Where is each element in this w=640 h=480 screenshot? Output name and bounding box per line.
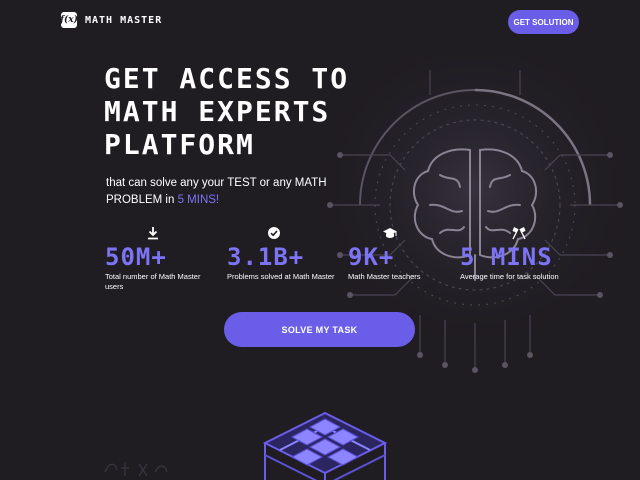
stat-label: Total number of Math Master users (105, 272, 201, 291)
top-navigation: f(x) MATH MASTER GET SOLUTION (0, 0, 640, 44)
stat-value: 5 MINS (460, 243, 553, 271)
stat-label: Math Master teachers (348, 272, 421, 281)
download-icon (105, 224, 201, 242)
brand-name: MATH MASTER (85, 14, 163, 26)
function-logo-icon: f(x) (60, 12, 78, 28)
stat-value: 9K+ (348, 243, 395, 271)
racing-flags-icon (460, 224, 578, 242)
graduation-cap-icon (348, 224, 432, 242)
math-doodle-decoration (104, 462, 168, 477)
stat-value: 50M+ (105, 243, 167, 271)
stat-users: 50M+ Total number of Math Master users (105, 224, 215, 292)
get-solution-button[interactable]: GET SOLUTION (508, 10, 579, 34)
hero-subtitle-accent: 5 MINS! (177, 194, 220, 206)
stat-label: Problems solved at Math Master (227, 272, 335, 281)
stat-time: 5 MINS Average time for task solution (460, 224, 590, 282)
cube-illustration (262, 411, 388, 480)
landing-page: f(x) MATH MASTER GET SOLUTION GET ACCESS… (0, 0, 640, 480)
solve-my-task-button[interactable]: SOLVE MY TASK (224, 312, 415, 347)
hero-title: GET ACCESS TO MATH EXPERTS PLATFORM (104, 62, 350, 161)
stat-label: Average time for task solution (460, 272, 559, 281)
stat-value: 3.1B+ (227, 243, 305, 271)
stat-problems: 3.1B+ Problems solved at Math Master (227, 224, 337, 282)
stat-teachers: 9K+ Math Master teachers (348, 224, 458, 282)
check-circle-icon (227, 224, 321, 242)
logo[interactable]: f(x) MATH MASTER (60, 12, 163, 28)
hero-subtitle: that can solve any your TEST or any MATH… (106, 175, 346, 209)
